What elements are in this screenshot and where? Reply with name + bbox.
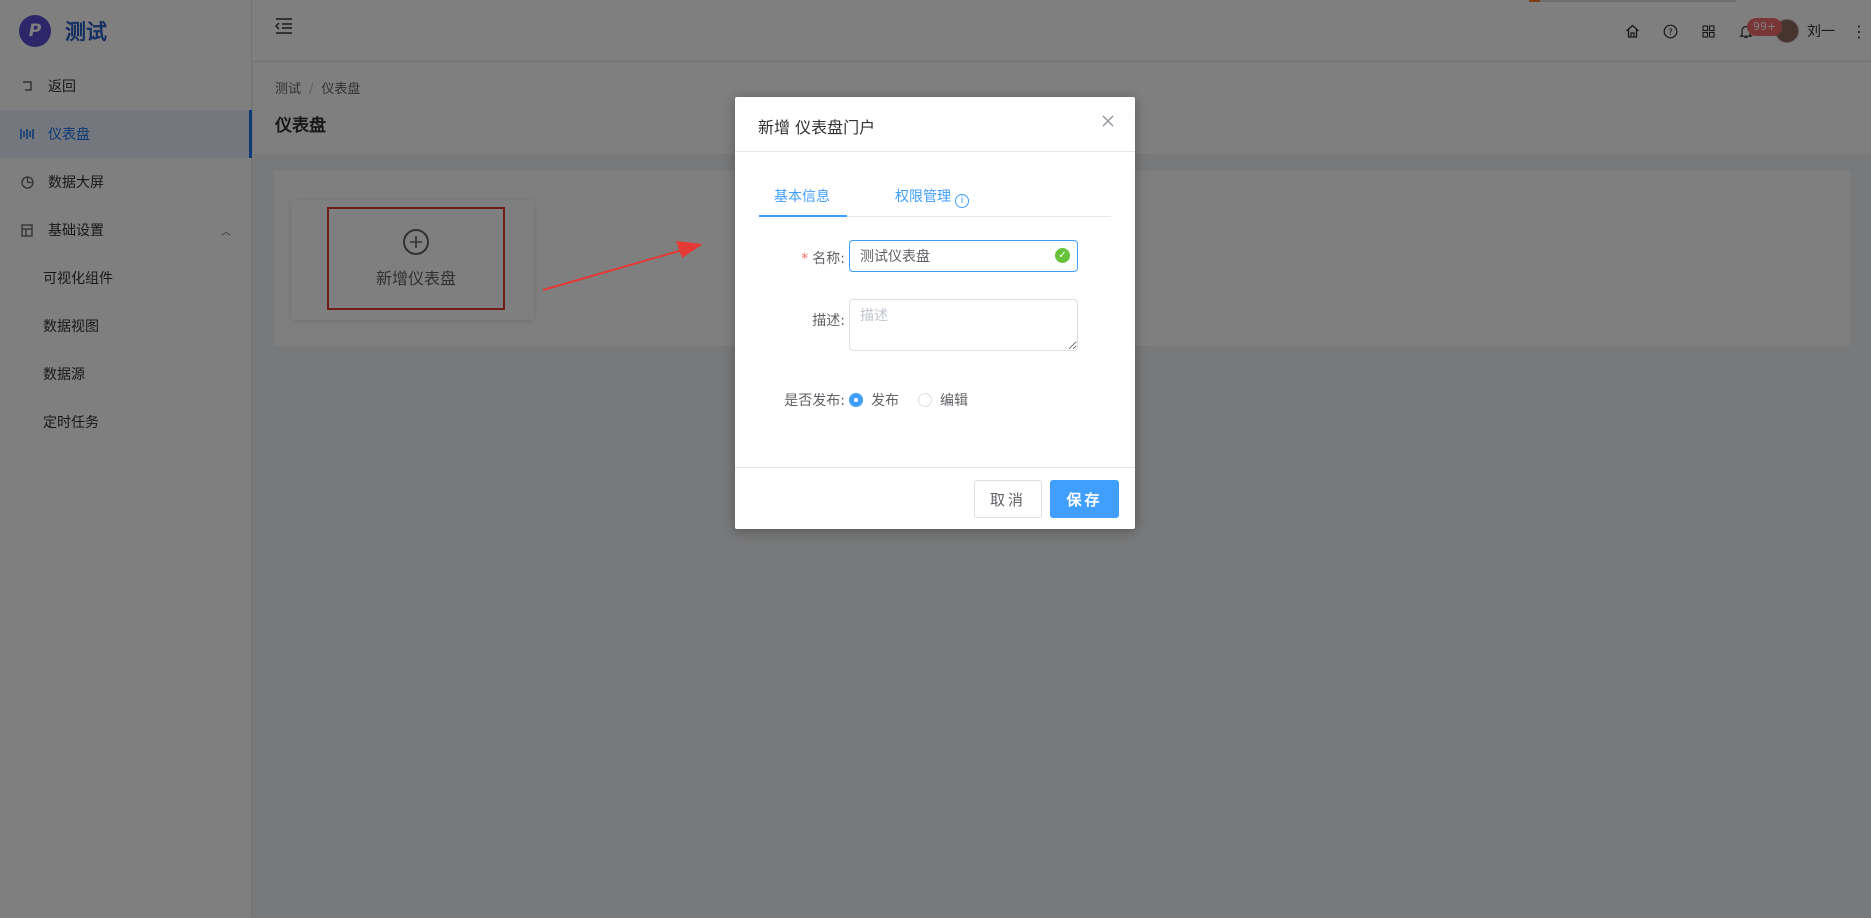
name-field[interactable] [849,240,1078,272]
tab-label: 基本信息 [774,189,830,205]
dialog-footer: 取消 保存 [735,467,1135,529]
info-icon: i [955,194,969,208]
name-field-label: * 名称: [801,251,845,267]
publish-radio-edit[interactable]: 编辑 [918,390,968,410]
new-dashboard-dialog: 新增 仪表盘门户 基本信息 权限管理i *名称: ✓ 描述: 是否发布: 发布 … [735,97,1135,529]
radio-label: 编辑 [940,393,968,409]
required-marker: * [801,251,809,267]
cancel-button[interactable]: 取消 [974,480,1042,518]
description-field[interactable] [849,299,1078,351]
tab-permissions[interactable]: 权限管理 i [895,177,969,217]
dialog-header: 新增 仪表盘门户 [735,97,1135,152]
tab-label: 权限管理 [895,189,951,205]
publish-field-label: 是否发布: [784,393,845,409]
dialog-tabs: 基本信息 权限管理 i [759,177,1111,217]
save-button[interactable]: 保存 [1050,480,1119,518]
radio-unchecked-icon [918,393,932,407]
description-field-label: 描述: [812,313,845,329]
tab-basic-info[interactable]: 基本信息 [759,177,847,217]
publish-radio-publish[interactable]: 发布 [849,390,899,410]
check-circle-icon: ✓ [1055,248,1070,263]
radio-label: 发布 [871,393,899,409]
dialog-title: 新增 仪表盘门户 [758,118,876,137]
close-icon[interactable] [1101,114,1115,132]
radio-checked-icon [849,393,863,407]
